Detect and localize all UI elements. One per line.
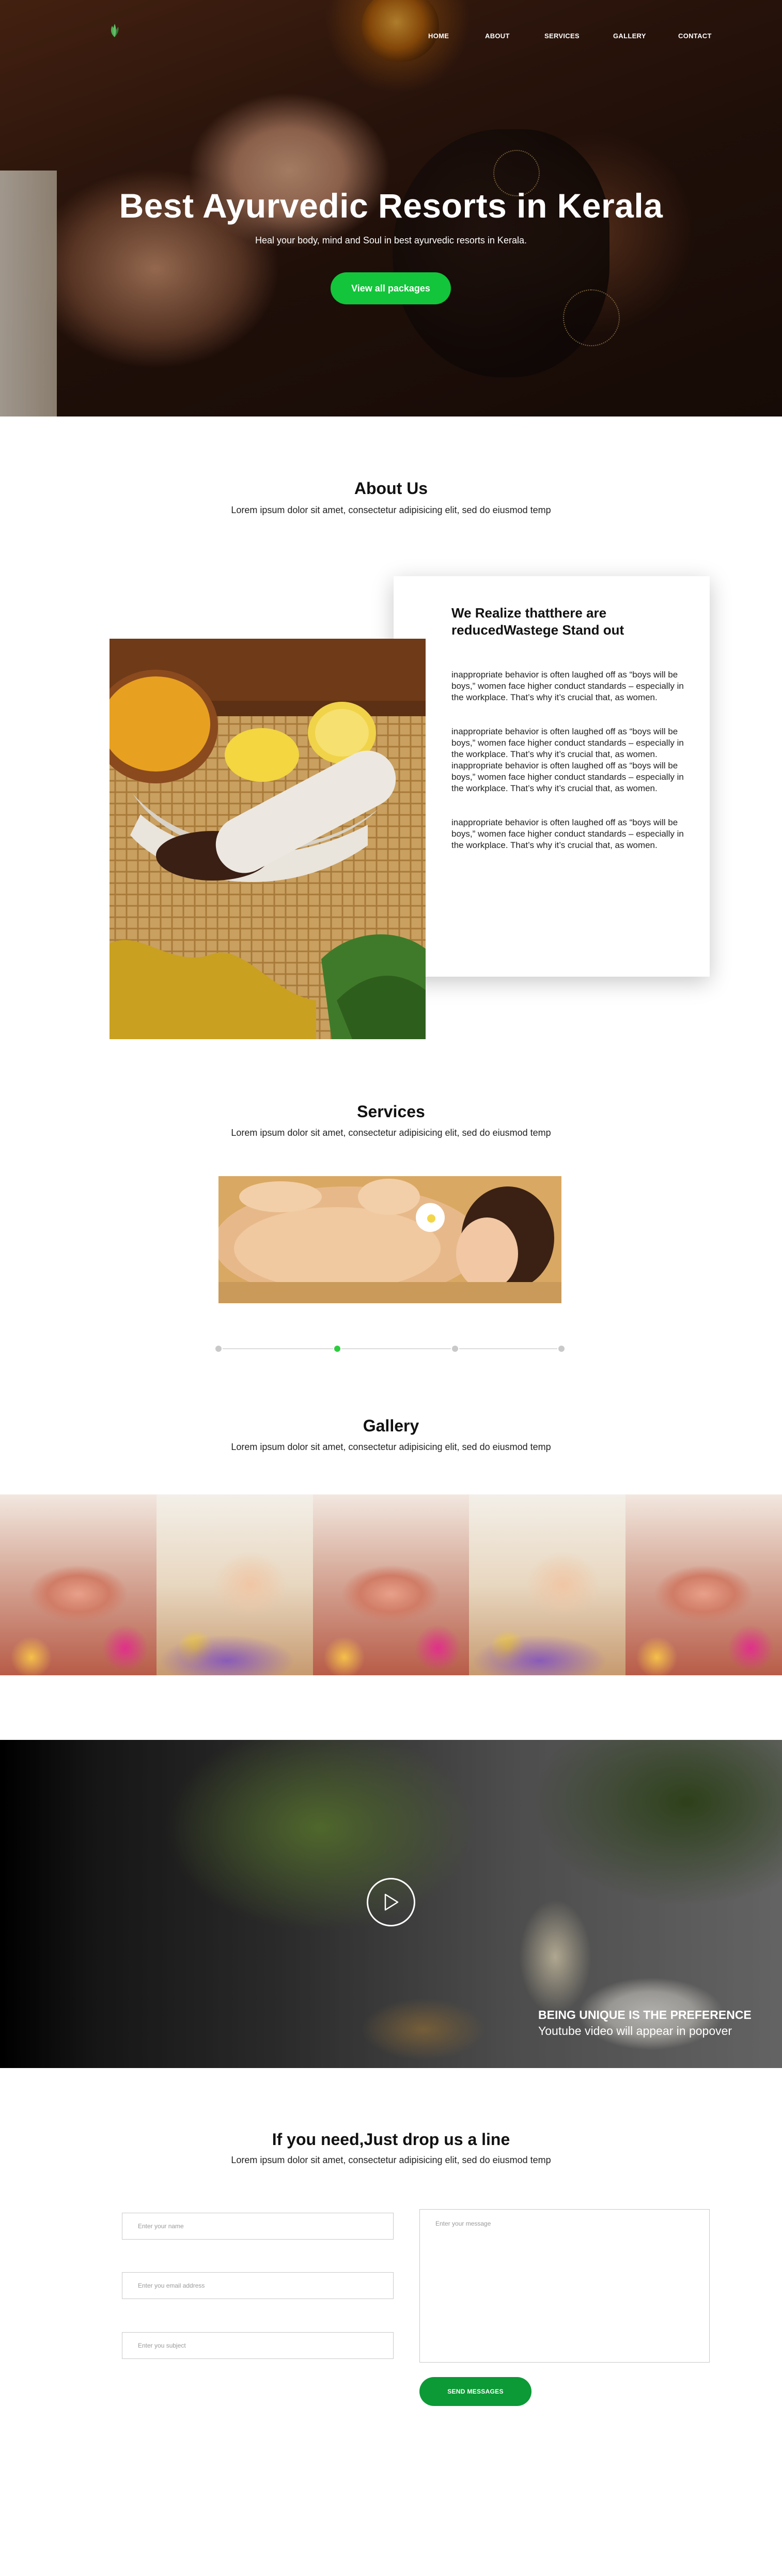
name-input[interactable] [122, 2213, 394, 2240]
video-subtitle: Youtube video will appear in popover [538, 2024, 732, 2038]
services-subtitle: Lorem ipsum dolor sit amet, consectetur … [231, 1128, 551, 1138]
email-input[interactable] [122, 2272, 394, 2299]
subject-input[interactable] [122, 2332, 394, 2359]
service-slider-track [218, 1348, 561, 1349]
hero-title: Best Ayurvedic Resorts in Kerala [119, 187, 663, 225]
message-textarea[interactable] [419, 2209, 710, 2363]
slider-dot[interactable] [557, 1345, 566, 1353]
gallery-subtitle: Lorem ipsum dolor sit amet, consectetur … [231, 1442, 551, 1452]
gallery-image[interactable] [0, 1494, 157, 1675]
slider-dot[interactable] [214, 1345, 223, 1353]
about-paragraph: inappropriate behavior is often laughed … [451, 670, 684, 702]
nav-home[interactable]: HOME [428, 32, 449, 40]
video-title: BEING UNIQUE IS THE PREFERENCE [538, 2008, 752, 2022]
gallery-title: Gallery [363, 1416, 419, 1435]
about-title: About Us [354, 479, 428, 498]
gallery-image[interactable] [469, 1494, 626, 1675]
send-messages-button[interactable]: SEND MESSAGES [419, 2377, 531, 2406]
nav-contact[interactable]: CONTACT [678, 32, 712, 40]
slider-dot[interactable] [451, 1345, 459, 1353]
ayurveda-spices-image [110, 639, 426, 1039]
gallery-image[interactable] [156, 1494, 313, 1675]
contact-subtitle: Lorem ipsum dolor sit amet, consectetur … [231, 2155, 551, 2165]
about-paragraph: inappropriate behavior is often laughed … [451, 817, 684, 850]
play-button[interactable] [367, 1878, 415, 1926]
nav-services[interactable]: SERVICES [544, 32, 580, 40]
nav-about[interactable]: ABOUT [485, 32, 510, 40]
view-packages-button[interactable]: View all packages [331, 272, 451, 304]
gallery-image[interactable] [312, 1494, 470, 1675]
leaf-logo-icon[interactable] [106, 22, 123, 39]
slider-dot-active[interactable] [333, 1345, 341, 1353]
gallery-image[interactable] [625, 1494, 782, 1675]
gallery-strip [0, 1494, 782, 1675]
nav-gallery[interactable]: GALLERY [613, 32, 646, 40]
about-card: We Realize thatthere are reducedWastege … [394, 576, 710, 977]
services-title: Services [357, 1102, 425, 1121]
massage-service-image [218, 1176, 561, 1303]
about-card-title: We Realize thatthere are reducedWastege … [451, 605, 624, 638]
play-icon [384, 1893, 399, 1911]
hero-subtitle: Heal your body, mind and Soul in best ay… [255, 235, 527, 245]
contact-title: If you need,Just drop us a line [272, 2130, 510, 2149]
page: HOME ABOUT SERVICES GALLERY CONTACT Best… [0, 0, 782, 2576]
about-paragraph: inappropriate behavior is often laughed … [451, 727, 684, 793]
hero-section: HOME ABOUT SERVICES GALLERY CONTACT Best… [0, 0, 782, 417]
about-subtitle: Lorem ipsum dolor sit amet, consectetur … [231, 505, 551, 515]
